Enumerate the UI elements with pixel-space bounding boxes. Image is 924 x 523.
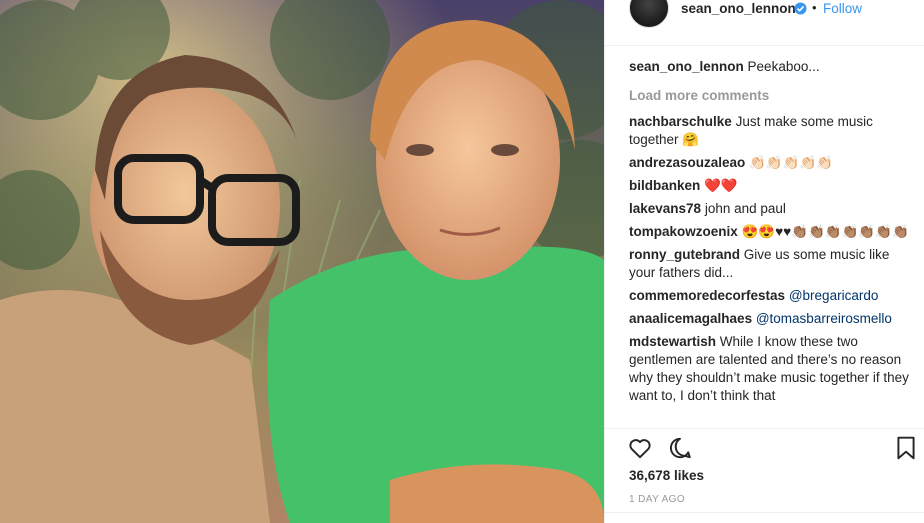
comment-username[interactable]: tompakowzoenix <box>629 224 738 239</box>
comment-username[interactable]: mdstewartish <box>629 334 716 349</box>
post-timestamp: 1 DAY AGO <box>629 494 686 505</box>
comment-username[interactable]: ronny_gutebrand <box>629 247 740 262</box>
comment-username[interactable]: nachbarschulke <box>629 114 732 129</box>
comment-username[interactable]: anaalicemagalhaes <box>629 311 752 326</box>
comment-item: lakevans78 john and paul <box>629 200 919 218</box>
header-username[interactable]: sean_ono_lennon <box>681 1 796 16</box>
load-more-comments-button[interactable]: Load more comments <box>629 87 919 105</box>
comment-mention-link[interactable]: @tomasbarreirosmello <box>756 311 892 326</box>
post-side-panel: sean_ono_lennon • Follow sean_ono_lennon… <box>604 0 924 523</box>
comment-text: 👏🏻👏🏻👏🏻👏🏻👏🏻 <box>749 155 834 170</box>
avatar[interactable] <box>629 0 669 28</box>
likes-count[interactable]: 36,678 likes <box>629 468 704 483</box>
comment-item: andrezasouzaleao 👏🏻👏🏻👏🏻👏🏻👏🏻 <box>629 154 919 172</box>
comment-text: 😍😍♥♥👏🏽👏🏽👏🏽👏🏽👏🏽👏🏽👏🏽 <box>741 224 909 239</box>
bookmark-icon[interactable] <box>893 435 919 461</box>
comment-username[interactable]: andrezasouzaleao <box>629 155 745 170</box>
divider <box>605 512 924 513</box>
heart-icon[interactable] <box>627 435 653 461</box>
comment-item: nachbarschulke Just make some music toge… <box>629 113 919 149</box>
comment-item: bildbanken ❤️❤️ <box>629 177 919 195</box>
verified-badge-icon <box>794 2 807 15</box>
comment-text: john and paul <box>704 201 786 216</box>
caption-text: Peekaboo... <box>747 59 820 74</box>
comments-list[interactable]: sean_ono_lennon Peekaboo... Load more co… <box>629 58 919 426</box>
post-header: sean_ono_lennon • Follow <box>605 0 924 46</box>
comment-username[interactable]: commemoredecorfestas <box>629 288 785 303</box>
comment-item: commemoredecorfestas @bregaricardo <box>629 287 919 305</box>
comment-item: mdstewartish While I know these two gent… <box>629 333 919 405</box>
post-caption: sean_ono_lennon Peekaboo... <box>629 58 919 76</box>
comment-mention-link[interactable]: @bregaricardo <box>789 288 879 303</box>
comment-item: tompakowzoenix 😍😍♥♥👏🏽👏🏽👏🏽👏🏽👏🏽👏🏽👏🏽 <box>629 223 919 241</box>
comment-item: anaalicemagalhaes @tomasbarreirosmello <box>629 310 919 328</box>
post-photo[interactable] <box>0 0 604 523</box>
comment-username[interactable]: lakevans78 <box>629 201 701 216</box>
post-actions-bar <box>605 428 924 468</box>
comment-text: ❤️❤️ <box>704 178 738 193</box>
dot-separator: • <box>812 0 817 15</box>
comment-item: ronny_gutebrand Give us some music like … <box>629 246 919 282</box>
comment-icon[interactable] <box>667 435 693 461</box>
photo-illustration <box>0 0 604 523</box>
follow-button[interactable]: Follow <box>823 1 862 16</box>
comment-username[interactable]: bildbanken <box>629 178 700 193</box>
caption-username[interactable]: sean_ono_lennon <box>629 59 744 74</box>
